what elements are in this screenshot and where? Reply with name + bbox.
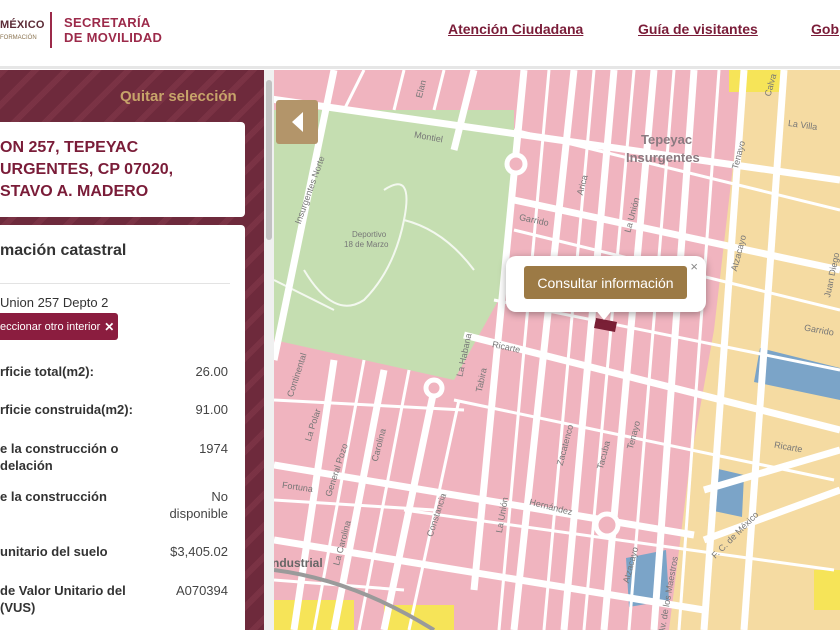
superficie-total-label: rficie total(m2): <box>0 364 94 379</box>
address-line-3: STAVO A. MADERO <box>0 183 149 200</box>
place-label-insurgentes: Insurgentes <box>626 150 700 165</box>
interior-button-label: eccionar otro interior <box>0 320 101 333</box>
valor-unitario-suelo-value: $3,405.02 <box>170 544 228 559</box>
place-label-tepeyac: Tepeyac <box>641 132 693 147</box>
seleccionar-otro-interior-button[interactable]: eccionar otro interior ✕ <box>0 313 118 340</box>
info-divider <box>0 283 230 284</box>
cadastral-info-card: mación catastral Union 257 Depto 2 eccio… <box>0 225 245 630</box>
anio-construccion-label: e la construcción o delación <box>0 441 119 473</box>
anio-construccion-value: 1974 <box>199 441 228 456</box>
unit-label: Union 257 Depto 2 <box>0 295 109 310</box>
uso-construccion-value: No disponible <box>169 489 228 521</box>
chevron-left-icon <box>291 112 303 132</box>
yellow-block <box>814 570 840 610</box>
secretaria-line-1: SECRETARÍA <box>64 15 151 30</box>
roundabout <box>504 152 528 176</box>
logo-text-mexico: MÉXICO <box>0 19 45 31</box>
map-canvas[interactable] <box>274 70 840 630</box>
roundabout <box>593 511 621 539</box>
address-line-1: ON 257, TEPEYAC <box>0 139 139 156</box>
secretaria-movilidad-logo[interactable]: SECRETARÍA DE MOVILIDAD <box>64 15 162 45</box>
property-info-panel: Quitar selección ON 257, TEPEYAC URGENTE… <box>0 70 264 630</box>
roundabout <box>423 377 445 399</box>
close-icon: ✕ <box>104 319 115 334</box>
uso-construccion-label: e la construcción <box>0 489 107 504</box>
popup-pointer <box>594 308 614 320</box>
nav-atencion-ciudadana[interactable]: Atención Ciudadana <box>448 21 583 37</box>
gobierno-mexico-logo[interactable]: MÉXICO FORMACIÓN <box>0 16 44 44</box>
superficie-construida-label: rficie construida(m2): <box>0 402 133 417</box>
place-label-deportivo: Deportivo <box>352 230 387 239</box>
quitar-seleccion-button[interactable]: Quitar selección <box>120 88 237 105</box>
superficie-construida-value: 91.00 <box>195 402 228 417</box>
place-label-18-de-marzo: 18 de Marzo <box>344 240 389 249</box>
collapse-panel-button[interactable] <box>276 100 318 144</box>
place-label-industrial: ndustrial <box>274 556 323 570</box>
address-card: ON 257, TEPEYAC URGENTES, CP 07020, STAV… <box>0 122 245 217</box>
secretaria-line-2: DE MOVILIDAD <box>64 30 163 45</box>
valor-unitario-suelo-label: unitario del suelo <box>0 544 108 559</box>
superficie-total-value: 26.00 <box>195 364 228 379</box>
site-header: MÉXICO FORMACIÓN SECRETARÍA DE MOVILIDAD… <box>0 0 840 66</box>
clave-vus-value: A070394 <box>175 583 228 598</box>
address-line-2: URGENTES, CP 07020, <box>0 161 174 178</box>
map-view[interactable]: Tepeyac Insurgentes Deportivo 18 de Marz… <box>274 70 840 630</box>
nav-gob[interactable]: Gob <box>811 21 839 37</box>
info-popup: × Consultar información <box>506 256 706 312</box>
logo-text-informacion: FORMACIÓN <box>0 35 37 41</box>
panel-scrollbar-thumb[interactable] <box>266 80 272 240</box>
consultar-informacion-button[interactable]: Consultar información <box>524 266 687 299</box>
nav-guia-visitantes[interactable]: Guía de visitantes <box>638 21 758 37</box>
logo-separator <box>50 12 52 48</box>
clave-vus-label: de Valor Unitario del (VUS) <box>0 583 126 615</box>
cadastral-info-title: mación catastral <box>0 242 127 259</box>
header-divider <box>0 66 840 69</box>
close-icon[interactable]: × <box>690 259 698 274</box>
